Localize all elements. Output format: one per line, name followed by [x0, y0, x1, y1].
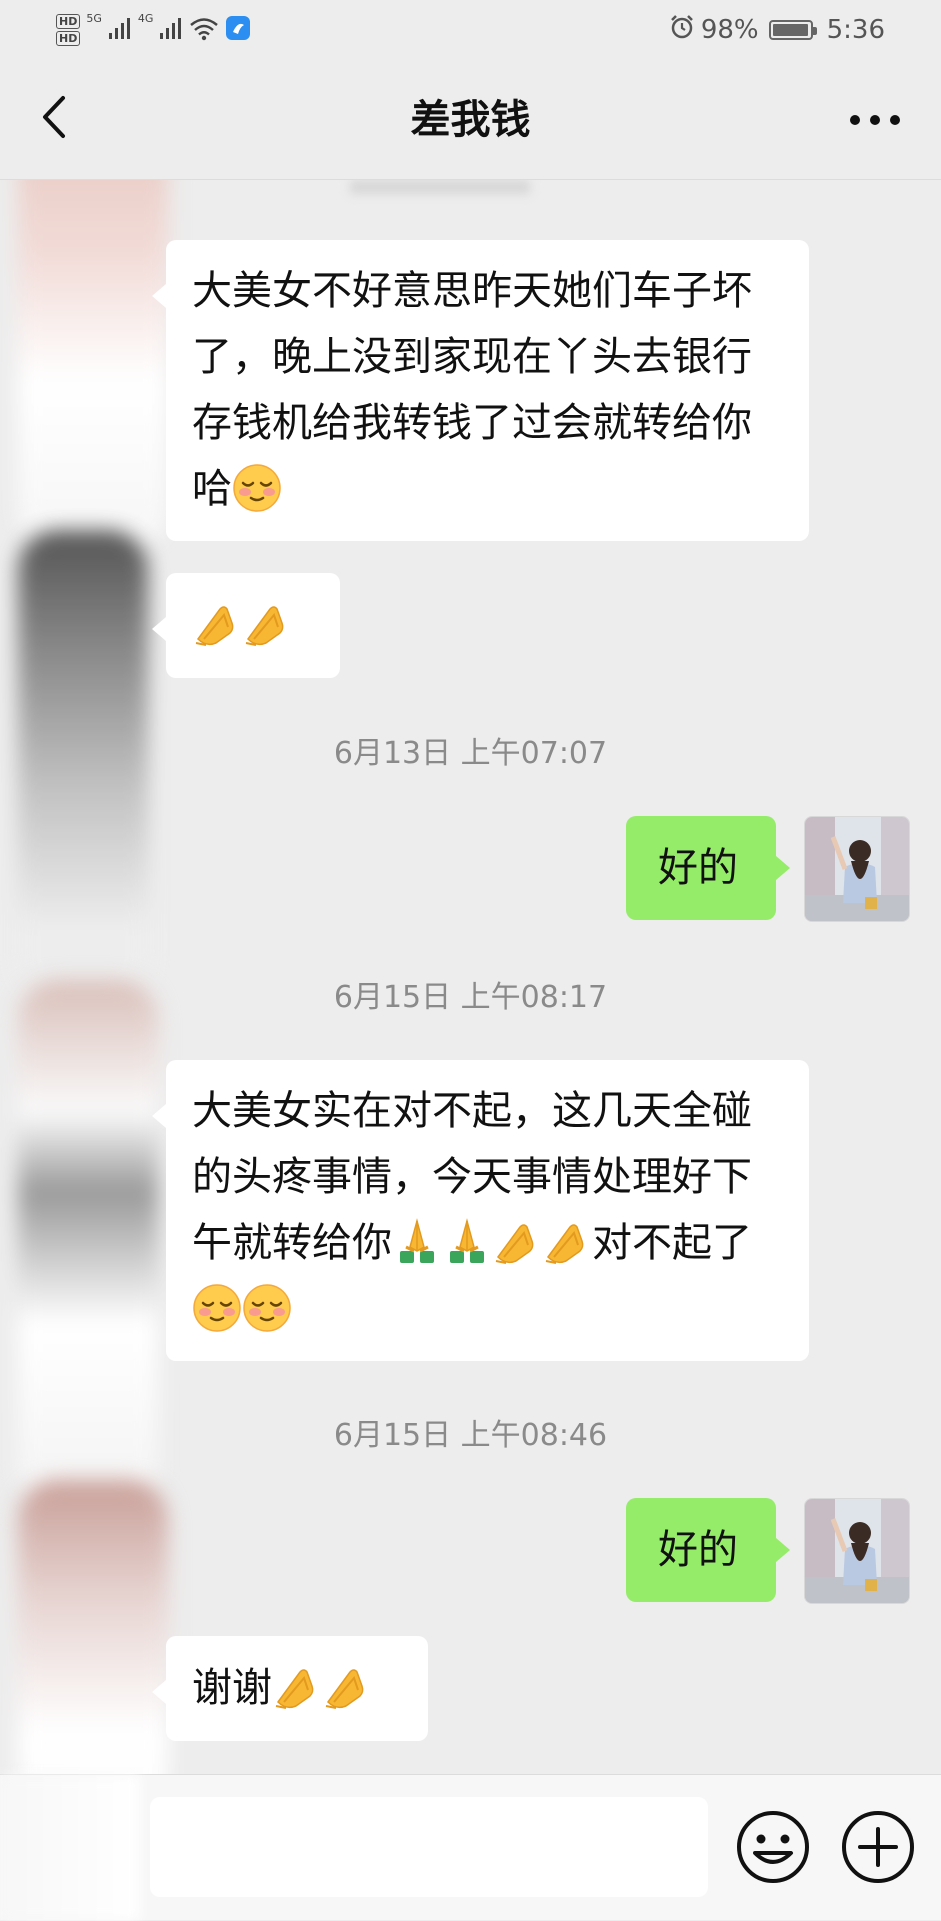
message-input[interactable]	[150, 1797, 708, 1897]
relieved-face-emoji-icon	[232, 463, 282, 513]
avatar[interactable]	[804, 1498, 910, 1604]
message-bubble-left[interactable]	[152, 573, 340, 678]
message-text: 好的	[658, 845, 738, 891]
folded-hands-emoji-icon	[392, 1217, 442, 1267]
pinched-hands-emoji-icon	[322, 1662, 372, 1712]
emoji-button[interactable]	[733, 1807, 813, 1887]
more-dots-icon	[849, 111, 901, 130]
hd-badge-1: HD	[56, 14, 81, 29]
app-notification-icon	[225, 15, 251, 45]
hd-badges: HD HD	[56, 14, 81, 46]
avatar-blurred	[18, 180, 168, 550]
status-bar: HD HD 5G 4G 98% 5:36	[0, 0, 941, 60]
wifi-icon	[189, 15, 219, 45]
avatar-blurred	[18, 1480, 168, 1774]
relieved-face-emoji-icon	[192, 1283, 242, 1333]
more-button[interactable]	[835, 90, 915, 150]
chat-header: 差我钱	[0, 60, 941, 180]
battery-level	[772, 24, 808, 36]
status-time: 5:36	[826, 15, 885, 45]
message-text: 对不起了	[592, 1220, 752, 1266]
hd-badge-2: HD	[56, 31, 81, 46]
message-bubble-right[interactable]: 好的	[626, 816, 790, 920]
more-actions-button[interactable]	[838, 1807, 918, 1887]
network-label-2: 4G	[137, 12, 154, 25]
message-bubble-right[interactable]: 好的	[626, 1498, 790, 1602]
avatar[interactable]	[804, 816, 910, 922]
signal-icon	[108, 15, 132, 45]
battery-icon	[768, 20, 817, 40]
pinched-hands-emoji-icon	[272, 1662, 322, 1712]
voice-toggle-area[interactable]	[0, 1775, 140, 1921]
smile-icon	[733, 1811, 813, 1891]
input-bar	[0, 1774, 941, 1921]
chat-title: 差我钱	[410, 97, 531, 143]
pinched-hands-emoji-icon	[192, 599, 242, 649]
pinched-hands-emoji-icon	[242, 599, 292, 649]
message-bubble-left[interactable]: 大美女不好意思昨天她们车子坏了，晚上没到家现在丫头去银行存钱机给我转钱了过会就转…	[152, 240, 809, 541]
battery-percent: 98%	[700, 15, 759, 45]
message-text: 好的	[658, 1527, 738, 1573]
chat-area[interactable]: 大美女不好意思昨天她们车子坏了，晚上没到家现在丫头去银行存钱机给我转钱了过会就转…	[0, 180, 941, 1774]
pinched-hands-emoji-icon	[542, 1217, 592, 1267]
relieved-face-emoji-icon	[242, 1283, 292, 1333]
pinched-hands-emoji-icon	[492, 1217, 542, 1267]
timestamp: 6月15日 上午08:46	[333, 1418, 608, 1453]
timestamp: 6月15日 上午08:17	[333, 980, 608, 1015]
alarm-icon	[669, 14, 695, 47]
partial-timestamp	[350, 180, 530, 194]
network-label-1: 5G	[86, 12, 102, 25]
message-text: 谢谢	[192, 1665, 272, 1711]
signal-icon	[159, 15, 183, 45]
timestamp: 6月13日 上午07:07	[333, 736, 608, 771]
message-bubble-left[interactable]: 大美女实在对不起，这几天全碰的头疼事情，今天事情处理好下午就转给你 对不起了	[152, 1060, 809, 1361]
folded-hands-emoji-icon	[442, 1217, 492, 1267]
message-bubble-left[interactable]: 谢谢	[152, 1636, 428, 1741]
status-left: HD HD 5G 4G	[56, 6, 251, 54]
plus-icon	[838, 1811, 918, 1891]
status-right: 98% 5:36	[669, 8, 885, 52]
